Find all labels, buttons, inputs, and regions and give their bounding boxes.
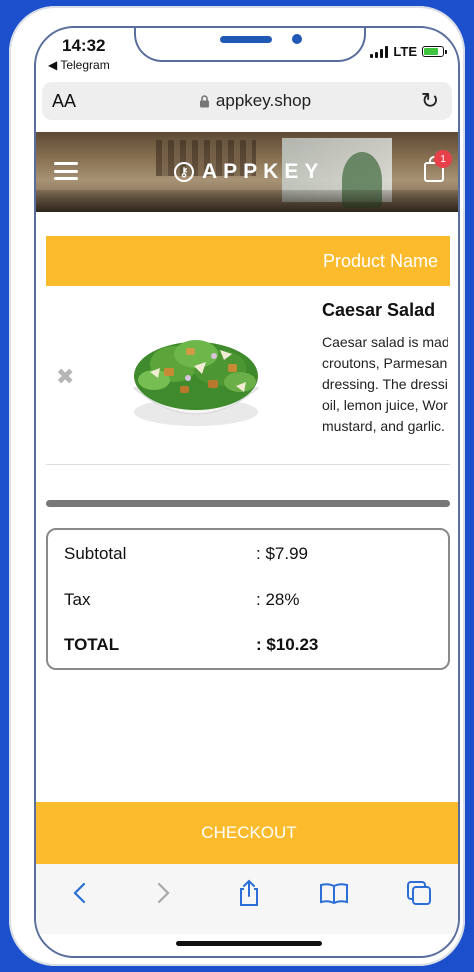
product-table-header: Product Name bbox=[46, 236, 450, 286]
tabs-icon[interactable] bbox=[404, 878, 434, 908]
tax-value: : 28% bbox=[256, 590, 300, 609]
text-size-button[interactable]: AA bbox=[52, 91, 92, 112]
bookmarks-icon[interactable] bbox=[319, 878, 349, 908]
description-line: croutons, Parmesan c bbox=[322, 355, 448, 371]
status-time: 14:32 bbox=[62, 36, 106, 55]
banner-image-tables bbox=[36, 190, 458, 212]
speaker bbox=[220, 36, 272, 43]
lock-icon bbox=[199, 94, 209, 107]
back-to-app-link[interactable]: ◀ Telegram bbox=[48, 58, 110, 72]
description-line: dressing. The dressin bbox=[322, 376, 448, 392]
tax-label: Tax bbox=[64, 590, 91, 609]
signal-icon bbox=[370, 45, 389, 58]
divider bbox=[46, 464, 450, 465]
order-summary: Subtotal : $7.99 Tax : 28% TOTAL : $10.2… bbox=[46, 528, 450, 670]
total-label: TOTAL bbox=[64, 635, 120, 654]
subtotal-label: Subtotal bbox=[64, 544, 127, 563]
menu-icon[interactable] bbox=[54, 162, 78, 180]
horizontal-scrollbar[interactable] bbox=[46, 500, 450, 507]
address-bar[interactable]: AA appkey.shop ↻ bbox=[42, 82, 452, 120]
url-text: appkey.shop bbox=[215, 91, 312, 110]
total-value: : $10.23 bbox=[256, 635, 319, 654]
header-banner: ⚷ APPKEY 1 bbox=[36, 132, 458, 212]
brand-logo[interactable]: ⚷ APPKEY bbox=[174, 160, 324, 184]
description-line: mustard, and garlic. bbox=[322, 418, 445, 434]
url-display[interactable]: appkey.shop bbox=[92, 91, 418, 111]
screen: 14:32 ◀ Telegram LTE AA appkey.shop ↻ ⚷ … bbox=[34, 26, 460, 958]
brand-name: APPKEY bbox=[202, 160, 325, 183]
phone-frame: 14:32 ◀ Telegram LTE AA appkey.shop ↻ ⚷ … bbox=[9, 6, 465, 966]
battery-icon bbox=[422, 46, 447, 57]
cart-count-badge: 1 bbox=[434, 150, 452, 168]
subtotal-value: : $7.99 bbox=[256, 544, 308, 563]
camera bbox=[292, 34, 302, 44]
tax-row: Tax : 28% bbox=[64, 590, 299, 610]
product-description: Caesar salad is made croutons, Parmesan … bbox=[322, 332, 448, 437]
description-line: oil, lemon juice, Worc bbox=[322, 397, 448, 413]
cart-icon[interactable]: 1 bbox=[424, 150, 452, 182]
description-line: Caesar salad is made bbox=[322, 334, 448, 350]
network-label: LTE bbox=[393, 44, 417, 59]
status-indicators: LTE bbox=[370, 44, 447, 59]
home-indicator bbox=[176, 941, 322, 946]
logo-key-icon: ⚷ bbox=[174, 162, 194, 182]
product-image bbox=[132, 340, 260, 426]
forward-icon[interactable] bbox=[149, 878, 179, 908]
notch bbox=[134, 28, 366, 62]
back-icon[interactable] bbox=[64, 878, 94, 908]
subtotal-row: Subtotal : $7.99 bbox=[64, 544, 308, 564]
product-name[interactable]: Caesar Salad bbox=[322, 300, 435, 321]
browser-toolbar bbox=[36, 864, 458, 934]
checkout-button[interactable]: CHECKOUT bbox=[36, 802, 458, 864]
total-row: TOTAL : $10.23 bbox=[64, 635, 318, 655]
remove-item-icon[interactable]: ✖ bbox=[56, 364, 74, 390]
reload-icon[interactable]: ↻ bbox=[418, 88, 442, 114]
share-icon[interactable] bbox=[234, 878, 264, 908]
